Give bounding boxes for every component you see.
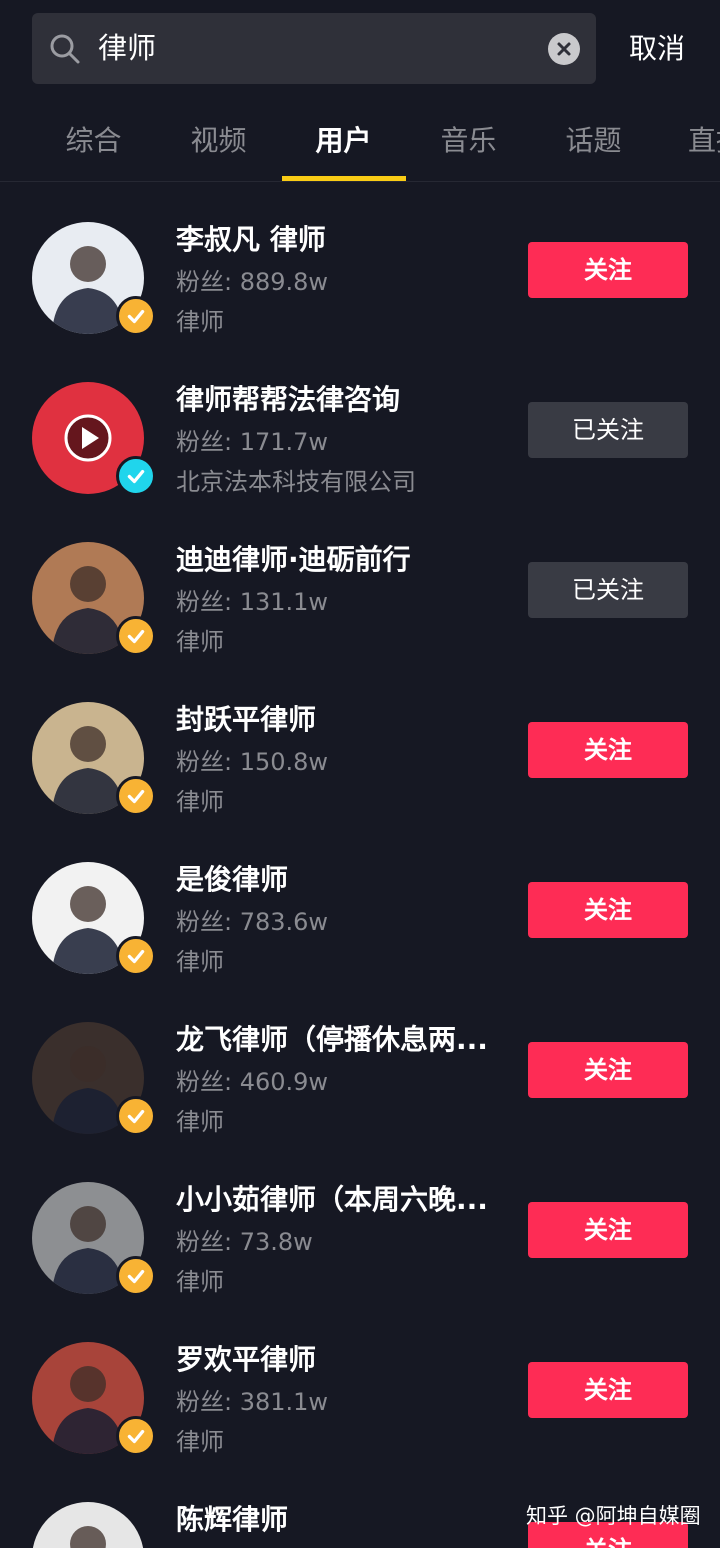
user-name: 小小茹律师（本周六晚... [176,1183,488,1216]
follow-button[interactable]: 关注 [528,242,688,298]
user-description: 律师 [176,628,224,656]
fans-count: 粉丝: 783.6w [176,904,328,940]
cancel-button[interactable]: 取消 [600,13,714,84]
user-row[interactable]: 李叔凡 律师 粉丝: 889.8w 律师 关注 [0,182,720,342]
follow-button[interactable]: 关注 [528,1202,688,1258]
fans-count: 粉丝: 171.7w [176,424,328,460]
fans-label: 粉丝: [176,1228,240,1256]
follow-button[interactable]: 关注 [528,1362,688,1418]
user-row[interactable]: 是俊律师粉丝: 783.6w 律师 关注 [0,822,720,982]
tab-bar: 综合 视频 用户 音乐 话题 直播 [0,100,720,182]
tab-general[interactable]: 综合 [31,100,156,181]
follow-button[interactable]: 关注 [528,1042,688,1098]
user-row[interactable]: 封跃平律师粉丝: 150.8w 律师 关注 [0,662,720,822]
user-description: 律师 [176,788,224,816]
search-icon [50,34,80,64]
user-description: 律师 [176,1428,224,1456]
verified-badge-icon [116,1256,156,1296]
fans-label: 粉丝: [176,1388,240,1416]
user-name: 龙飞律师（停播休息两... [176,1023,488,1056]
user-description: 律师 [176,948,224,976]
avatar[interactable] [32,1502,144,1548]
tab-music[interactable]: 音乐 [406,100,531,181]
verified-badge-icon [116,1416,156,1456]
following-button[interactable]: 已关注 [528,562,688,618]
user-name: 封跃平律师 [176,703,317,736]
user-name: 陈辉律师 [176,1503,289,1536]
fans-value: 889.8w [239,268,329,296]
fans-label: 粉丝: [176,748,240,776]
fans-count: 粉丝: 889.8w [176,264,328,300]
follow-button[interactable]: 关注 [528,722,688,778]
fans-count: 粉丝: 460.9w [176,1064,328,1100]
tab-videos[interactable]: 视频 [156,100,281,181]
fans-value: 131.1w [239,588,329,616]
user-description: 律师 [176,1268,224,1296]
fans-value: 783.6w [239,908,329,936]
tab-live[interactable]: 直播 [656,100,720,181]
user-description: 律师 [176,308,224,336]
fans-label: 粉丝: [176,908,240,936]
follow-button[interactable]: 关注 [528,882,688,938]
user-row[interactable]: 律师帮帮法律咨询 粉丝: 171.7w 北京法本科技有限公司 已关注 [0,342,720,502]
fans-count: 粉丝: 381.1w [176,1384,328,1420]
fans-count: 粉丝: 131.1w [176,584,328,620]
verified-badge-icon [116,456,156,496]
following-button[interactable]: 已关注 [528,402,688,458]
fans-value: 73.8w [239,1228,313,1256]
search-bar[interactable] [32,13,596,84]
fans-value: 460.9w [239,1068,329,1096]
verified-badge-icon [116,936,156,976]
fans-count: 粉丝: 73.8w [176,1224,313,1260]
user-name: 罗欢平律师 [176,1343,317,1376]
user-row[interactable]: 迪迪律师·迪砺前行 粉丝: 131.1w 律师 已关注 [0,502,720,662]
user-description: 律师 [176,1108,224,1136]
user-name: 李叔凡 律师 [176,223,326,256]
active-tab-indicator [282,176,406,181]
verified-badge-icon [116,1096,156,1136]
clear-icon[interactable] [548,33,580,65]
person-silhouette-icon [70,1526,106,1548]
fans-label: 粉丝: [176,1068,240,1096]
tab-users[interactable]: 用户 [281,100,406,181]
tab-topics[interactable]: 话题 [531,100,656,181]
user-name: 律师帮帮法律咨询 [176,383,401,416]
verified-badge-icon [116,296,156,336]
user-row[interactable]: 罗欢平律师粉丝: 381.1w 律师 关注 [0,1302,720,1462]
user-row[interactable]: 龙飞律师（停播休息两... 粉丝: 460.9w 律师 关注 [0,982,720,1142]
user-description: 北京法本科技有限公司 [176,468,416,496]
fans-label: 粉丝: [176,588,240,616]
watermark: 知乎 @阿坤自媒圈 [526,1504,701,1528]
fans-value: 171.7w [239,428,329,456]
fans-count: 粉丝: 150.8w [176,744,328,780]
fans-label: 粉丝: [176,428,240,456]
fans-value: 150.8w [239,748,329,776]
fans-label: 粉丝: [176,268,240,296]
user-name: 迪迪律师·迪砺前行 [176,543,411,576]
user-name: 是俊律师 [176,863,289,896]
user-row[interactable]: 小小茹律师（本周六晚... 粉丝: 73.8w 律师 关注 [0,1142,720,1302]
fans-value: 381.1w [239,1388,329,1416]
verified-badge-icon [116,776,156,816]
search-input[interactable] [98,13,528,84]
verified-badge-icon [116,616,156,656]
